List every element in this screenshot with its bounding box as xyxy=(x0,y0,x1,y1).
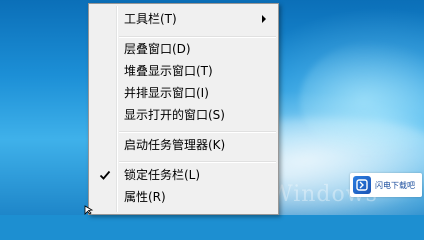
menu-item-label: 锁定任务栏(L) xyxy=(124,168,201,182)
menu-separator xyxy=(119,161,276,163)
menu-item-task-manager[interactable]: 启动任务管理器(K) xyxy=(91,134,276,155)
watermark-logo-icon xyxy=(353,176,371,194)
menu-item-label: 工具栏(T) xyxy=(124,12,177,26)
watermark-text: 闪电下载吧 xyxy=(375,180,415,190)
menu-item-cascade-windows[interactable]: 层叠窗口(D) xyxy=(91,38,276,59)
menu-item-stack-windows[interactable]: 堆叠显示窗口(T) xyxy=(91,60,276,81)
menu-item-label: 启动任务管理器(K) xyxy=(124,138,226,152)
mouse-cursor-icon xyxy=(84,205,94,215)
menu-item-label: 属性(R) xyxy=(124,190,166,204)
checkmark-icon xyxy=(99,170,111,180)
watermark-badge: 闪电下载吧 xyxy=(350,173,422,197)
menu-item-label: 堆叠显示窗口(T) xyxy=(124,64,213,78)
menu-item-properties[interactable]: 属性(R) xyxy=(91,186,276,207)
menu-item-label: 层叠窗口(D) xyxy=(124,42,191,56)
menu-separator xyxy=(119,131,276,133)
menu-item-toolbars[interactable]: 工具栏(T) xyxy=(91,8,276,29)
menu-item-side-by-side-windows[interactable]: 并排显示窗口(I) xyxy=(91,82,276,103)
taskbar-context-menu: 工具栏(T) 层叠窗口(D) 堆叠显示窗口(T) 并排显示窗口(I) 显示打开的… xyxy=(88,3,279,215)
submenu-arrow-icon xyxy=(262,14,266,23)
menu-item-label: 并排显示窗口(I) xyxy=(124,86,209,100)
menu-item-label: 显示打开的窗口(S) xyxy=(124,108,225,122)
menu-item-lock-taskbar[interactable]: 锁定任务栏(L) xyxy=(91,164,276,185)
menu-item-show-desktop-windows[interactable]: 显示打开的窗口(S) xyxy=(91,104,276,125)
